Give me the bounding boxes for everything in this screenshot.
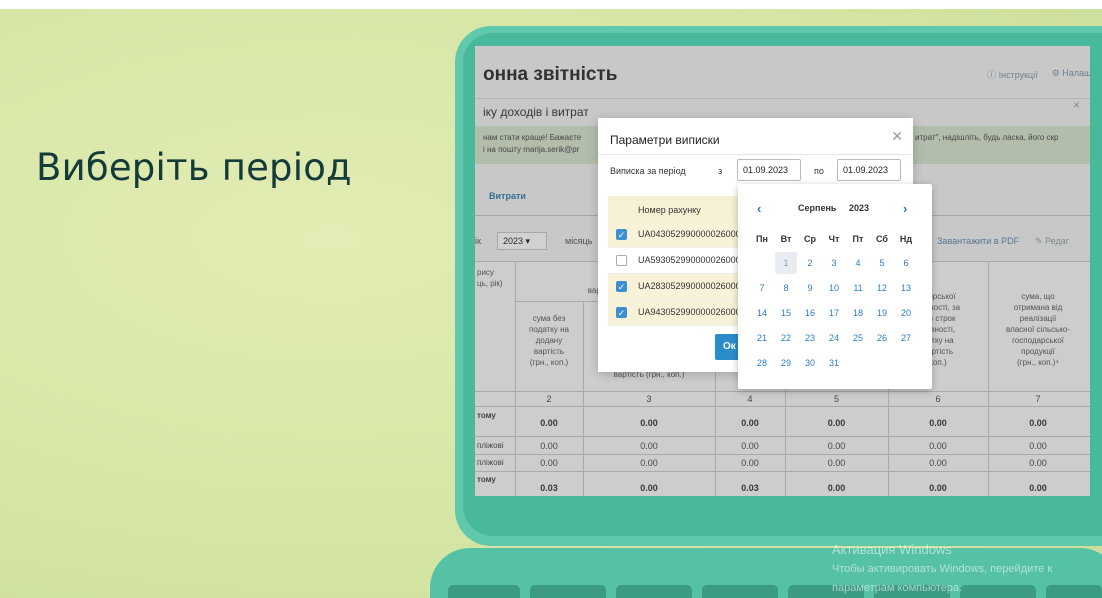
calendar-day[interactable]: 8 bbox=[775, 277, 797, 299]
account-checkbox[interactable]: ✓ bbox=[616, 307, 627, 318]
account-row[interactable]: UA5930529900000260000 bbox=[608, 248, 743, 274]
calendar-day[interactable]: 7 bbox=[751, 277, 773, 299]
weekday-header: Ср bbox=[804, 234, 816, 244]
keyboard-key bbox=[448, 585, 520, 598]
calendar-day[interactable]: 21 bbox=[751, 327, 773, 349]
weekday-header: Чт bbox=[828, 234, 840, 244]
calendar-day[interactable]: 1 bbox=[775, 252, 797, 274]
headline: Виберіть період bbox=[36, 146, 352, 189]
calendar-day[interactable]: 19 bbox=[871, 302, 893, 324]
calendar-day[interactable]: 4 bbox=[847, 252, 869, 274]
calendar-day[interactable]: 14 bbox=[751, 302, 773, 324]
period-label: Виписка за період bbox=[610, 166, 686, 176]
windows-watermark-title: Активация Windows bbox=[832, 542, 952, 557]
date-from-input[interactable] bbox=[737, 159, 801, 181]
calendar-day[interactable]: 16 bbox=[799, 302, 821, 324]
calendar-day[interactable]: 10 bbox=[823, 277, 845, 299]
account-number: UA5930529900000260000 bbox=[638, 255, 743, 265]
calendar-day[interactable]: 11 bbox=[847, 277, 869, 299]
date-to-input[interactable] bbox=[837, 159, 901, 181]
calendar-day[interactable]: 6 bbox=[895, 252, 917, 274]
calendar-day[interactable]: 29 bbox=[775, 352, 797, 374]
date-picker: ‹ Серпень 2023 › Пн Вт Ср Чт Пт Сб Нд 1 2 3 4 5 6 7 8 9… bbox=[738, 184, 932, 389]
calendar-day[interactable]: 23 bbox=[799, 327, 821, 349]
windows-watermark-line: Чтобы активировать Windows, перейдите к bbox=[832, 563, 1053, 575]
calendar-day[interactable]: 9 bbox=[799, 277, 821, 299]
account-number: UA2830529900000260000 bbox=[638, 281, 743, 291]
calendar-day[interactable]: 22 bbox=[775, 327, 797, 349]
account-number: UA0430529900000260000 bbox=[638, 229, 743, 239]
calendar-day[interactable]: 12 bbox=[871, 277, 893, 299]
weekday-header: Сб bbox=[876, 234, 888, 244]
account-checkbox[interactable] bbox=[616, 255, 627, 266]
chevron-right-icon[interactable]: › bbox=[903, 201, 907, 216]
calendar-day[interactable]: 28 bbox=[751, 352, 773, 374]
account-row[interactable]: ✓ UA0430529900000260000 bbox=[608, 222, 743, 248]
keyboard-key bbox=[960, 585, 1036, 598]
calendar-day[interactable]: 13 bbox=[895, 277, 917, 299]
calendar-day[interactable]: 3 bbox=[823, 252, 845, 274]
calendar-month[interactable]: Серпень bbox=[798, 203, 836, 213]
chevron-left-icon[interactable]: ‹ bbox=[757, 201, 761, 216]
calendar-day[interactable]: 31 bbox=[823, 352, 845, 374]
from-label: з bbox=[718, 166, 723, 176]
weekday-header: Вт bbox=[780, 234, 792, 244]
calendar-day[interactable]: 15 bbox=[775, 302, 797, 324]
weekday-header: Пн bbox=[756, 234, 768, 244]
modal-title: Параметри виписки bbox=[610, 133, 720, 147]
calendar-day[interactable]: 27 bbox=[895, 327, 917, 349]
account-checkbox[interactable]: ✓ bbox=[616, 229, 627, 240]
calendar-day[interactable]: 26 bbox=[871, 327, 893, 349]
calendar-day[interactable]: 17 bbox=[823, 302, 845, 324]
calendar-day[interactable]: 2 bbox=[799, 252, 821, 274]
calendar-year[interactable]: 2023 bbox=[849, 203, 869, 213]
weekday-header: Пт bbox=[852, 234, 864, 244]
account-number: UA9430529900000260000 bbox=[638, 307, 743, 317]
calendar-day[interactable]: 18 bbox=[847, 302, 869, 324]
weekday-header: Нд bbox=[899, 234, 913, 244]
close-icon[interactable]: ✕ bbox=[891, 128, 903, 145]
modal-divider bbox=[598, 154, 913, 155]
account-checkbox[interactable]: ✓ bbox=[616, 281, 627, 292]
top-strip bbox=[0, 0, 1102, 9]
calendar-day[interactable]: 20 bbox=[895, 302, 917, 324]
keyboard-key bbox=[616, 585, 692, 598]
accounts-header-label: Номер рахунку bbox=[638, 205, 701, 215]
keyboard-key bbox=[530, 585, 606, 598]
calendar-day[interactable]: 25 bbox=[847, 327, 869, 349]
keyboard-key bbox=[1046, 585, 1102, 598]
calendar-day[interactable]: 30 bbox=[799, 352, 821, 374]
account-row[interactable]: ✓ UA9430529900000260000 bbox=[608, 300, 743, 326]
account-row[interactable]: ✓ UA2830529900000260000 bbox=[608, 274, 743, 300]
keyboard-key bbox=[702, 585, 778, 598]
windows-watermark-line: параметрам компьютера. bbox=[832, 582, 963, 594]
calendar-day[interactable]: 24 bbox=[823, 327, 845, 349]
to-label: по bbox=[814, 166, 824, 176]
calendar-day[interactable]: 5 bbox=[871, 252, 893, 274]
